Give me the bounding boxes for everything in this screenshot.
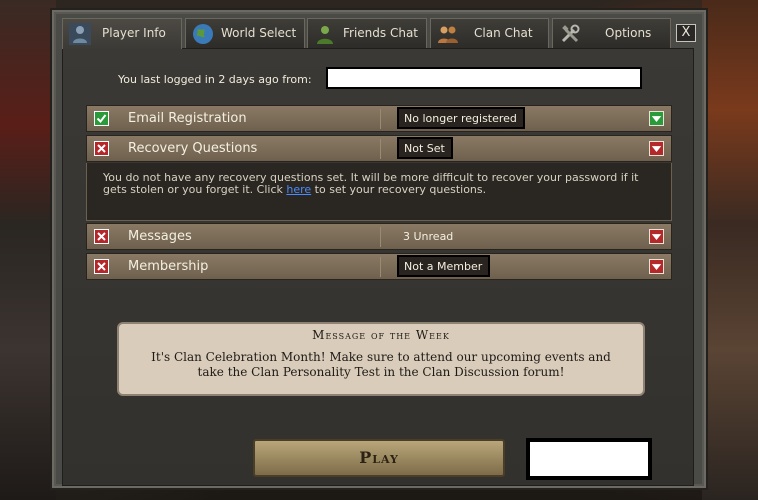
motw-body: It's Clan Celebration Month! Make sure t… xyxy=(151,350,611,379)
close-button[interactable]: X xyxy=(676,24,696,42)
tab-label: Clan Chat xyxy=(474,26,533,40)
tab-player-info[interactable]: Player Info xyxy=(62,18,182,49)
row-label: Email Registration xyxy=(128,111,247,126)
tab-friends-chat[interactable]: Friends Chat xyxy=(307,18,427,48)
divider xyxy=(380,257,381,277)
last-login-text: You last logged in 2 days ago from: xyxy=(118,73,312,86)
background-art-left xyxy=(0,0,56,500)
background-art-right xyxy=(702,0,758,500)
row-recovery-questions[interactable]: Recovery Questions Not Set xyxy=(86,135,672,162)
cross-icon xyxy=(94,229,109,244)
friends-icon xyxy=(314,23,336,45)
divider xyxy=(380,139,381,159)
divider xyxy=(380,109,381,129)
player-icon xyxy=(69,23,91,45)
row-label: Membership xyxy=(128,259,209,274)
tab-label: Options xyxy=(605,26,652,40)
tools-icon xyxy=(559,23,581,45)
message-of-the-week: Message of the Week It's Clan Celebratio… xyxy=(117,322,645,396)
tab-clan-chat[interactable]: Clan Chat xyxy=(430,18,549,48)
chevron-down-icon[interactable] xyxy=(649,259,664,274)
tab-options[interactable]: Options xyxy=(552,18,671,48)
tab-label: Player Info xyxy=(102,26,166,40)
check-icon xyxy=(94,111,109,126)
cross-icon xyxy=(94,259,109,274)
status-badge: Not Set xyxy=(397,137,453,159)
play-button[interactable]: Play xyxy=(253,439,505,477)
divider xyxy=(380,227,381,247)
chevron-down-icon[interactable] xyxy=(649,141,664,156)
status-badge: Not a Member xyxy=(397,255,491,277)
game-window: Player Info World Select Friends Chat Cl… xyxy=(0,0,758,500)
tab-label: Friends Chat xyxy=(343,26,419,40)
tab-world-select[interactable]: World Select xyxy=(185,18,305,48)
row-messages[interactable]: Messages 3 Unread xyxy=(86,223,672,250)
clan-icon xyxy=(437,23,459,45)
last-login-ip xyxy=(326,67,642,89)
globe-icon xyxy=(192,23,214,45)
row-membership[interactable]: Membership Not a Member xyxy=(86,253,672,280)
recovery-info-text-end: to set your recovery questions. xyxy=(311,183,487,196)
status-text: 3 Unread xyxy=(403,230,454,243)
tab-label: World Select xyxy=(221,26,297,40)
chevron-down-icon[interactable] xyxy=(649,229,664,244)
chevron-down-icon[interactable] xyxy=(649,111,664,126)
recovery-link[interactable]: here xyxy=(286,183,311,196)
cross-icon xyxy=(94,141,109,156)
row-label: Messages xyxy=(128,229,192,244)
row-email-registration[interactable]: Email Registration No longer registered xyxy=(86,105,672,132)
redacted-box xyxy=(526,438,652,480)
motw-title: Message of the Week xyxy=(312,328,450,342)
row-label: Recovery Questions xyxy=(128,141,258,156)
recovery-info-panel: You do not have any recovery questions s… xyxy=(86,163,672,221)
status-badge: No longer registered xyxy=(397,107,525,129)
